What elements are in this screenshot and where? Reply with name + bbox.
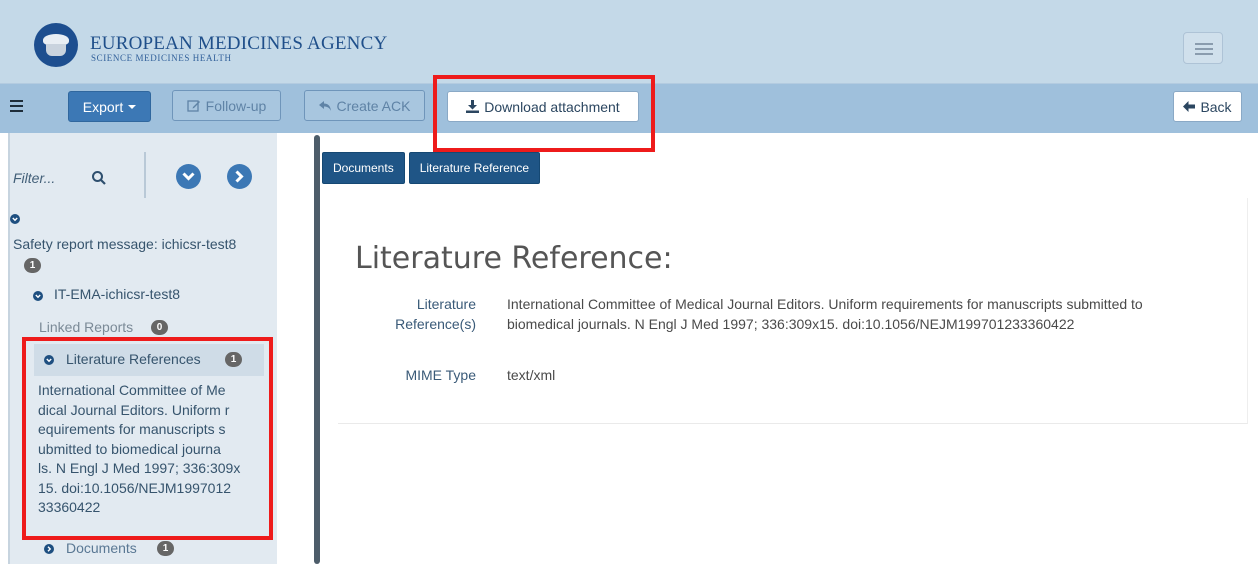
content-tabs: Documents Literature Reference (322, 152, 541, 184)
root-count-badge: 1 (24, 258, 41, 273)
export-button[interactable]: Export (68, 91, 151, 122)
header-menu-button[interactable] (1183, 32, 1223, 64)
ema-logo-icon[interactable] (34, 23, 78, 67)
chevron-circle-right-icon[interactable] (44, 544, 54, 554)
highlight-box-download (433, 75, 655, 152)
page-title: Literature Reference: (355, 241, 673, 276)
chevron-circle-down-icon[interactable] (33, 291, 43, 301)
documents-tree-label[interactable]: Documents (66, 540, 137, 556)
expand-all-button[interactable] (176, 164, 201, 189)
divider (144, 152, 146, 198)
literature-reference-field-label: Literature Reference(s) (372, 294, 476, 334)
label-line: Literature (416, 296, 476, 312)
chevron-circle-down-icon[interactable] (10, 214, 20, 224)
literature-reference-field-value: International Committee of Medical Journ… (507, 294, 1227, 334)
export-button-label: Export (82, 98, 124, 115)
follow-up-button[interactable]: Follow-up (172, 90, 281, 121)
back-button[interactable]: Back (1173, 91, 1242, 122)
linked-reports-label[interactable]: Linked Reports (39, 319, 133, 335)
brand-title[interactable]: EUROPEAN MEDICINES AGENCY (90, 33, 387, 55)
tree-report-label[interactable]: IT-EMA-ichicsr-test8 (54, 286, 180, 302)
chevron-down-icon (182, 172, 195, 181)
search-icon[interactable] (91, 170, 107, 186)
follow-up-label: Follow-up (205, 97, 267, 114)
back-label: Back (1200, 98, 1232, 115)
linked-reports-badge: 0 (151, 320, 168, 335)
highlight-box-literature (22, 337, 273, 540)
tree-root-label[interactable]: Safety report message: ichicsr-test8 (13, 236, 236, 252)
filter-input[interactable]: Filter... (13, 170, 55, 186)
brand-subtitle: SCIENCE MEDICINES HEALTH (91, 53, 232, 63)
panel-splitter[interactable] (314, 135, 320, 564)
tab-literature-reference[interactable]: Literature Reference (408, 152, 541, 184)
next-button[interactable] (227, 164, 252, 189)
tab-documents[interactable]: Documents (322, 152, 405, 184)
value-line: International Committee of Medical Journ… (507, 296, 1143, 312)
sidebar-toggle-icon[interactable] (10, 98, 26, 114)
value-line: biomedical journals. N Engl J Med 1997; … (507, 316, 1075, 332)
chevron-right-icon (235, 170, 244, 183)
label-line: Reference(s) (395, 316, 476, 332)
arrow-left-icon (1183, 101, 1196, 112)
documents-badge: 1 (157, 541, 174, 556)
mime-type-field-value: text/xml (507, 367, 556, 383)
reply-icon (318, 100, 331, 111)
edit-icon (186, 99, 200, 112)
mime-type-field-label: MIME Type (405, 367, 476, 383)
create-ack-label: Create ACK (336, 97, 411, 114)
caret-down-icon (128, 104, 137, 109)
create-ack-button[interactable]: Create ACK (304, 90, 425, 121)
